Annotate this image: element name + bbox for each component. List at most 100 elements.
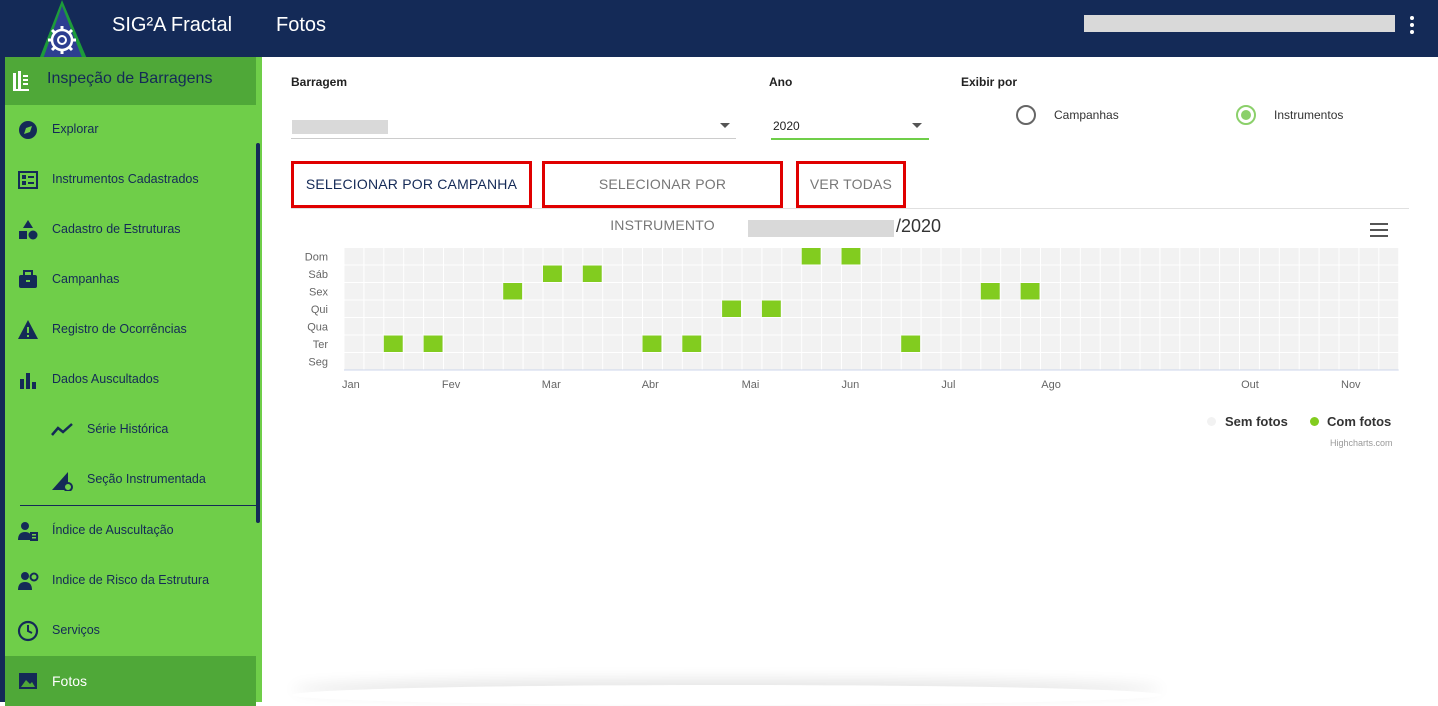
heatmap-cell: [583, 318, 603, 335]
photo-day-point[interactable]: [801, 248, 821, 265]
heatmap-cell: [344, 318, 364, 335]
radio-campanhas[interactable]: [1016, 105, 1036, 125]
heatmap-cell: [1319, 248, 1339, 265]
heatmap-cell: [1339, 300, 1359, 317]
heatmap-cell: [662, 265, 682, 282]
heatmap-cell: [1100, 283, 1120, 300]
ano-dropdown-caret-icon[interactable]: [912, 123, 922, 128]
heatmap-cell: [444, 300, 463, 317]
heatmap-cell: [702, 300, 722, 317]
heatmap-cell: [1001, 335, 1021, 352]
sidebar-item-instrumentos-cadastrados[interactable]: Instrumentos Cadastrados: [5, 155, 256, 205]
photo-day-point[interactable]: [901, 335, 921, 353]
heatmap-cell: [1180, 353, 1200, 370]
heatmap-cell: [1379, 335, 1399, 352]
ano-select[interactable]: 2020: [773, 119, 800, 133]
chart-credits[interactable]: Highcharts.com: [1330, 438, 1393, 448]
sidebar-item-servicos[interactable]: Serviços: [5, 606, 256, 656]
sidebar-item-secao-instrumentada[interactable]: Seção Instrumentada: [5, 455, 256, 505]
heatmap-cell: [1339, 265, 1359, 282]
heatmap-cell: [563, 248, 583, 265]
sidebar-item-campanhas[interactable]: Campanhas: [5, 255, 256, 305]
heatmap-cell: [682, 318, 702, 335]
heatmap-cell: [702, 353, 722, 370]
heatmap-cell: [463, 283, 483, 300]
photo-day-point[interactable]: [761, 300, 781, 318]
ano-select-underline: [771, 138, 929, 140]
tab-ver-todas[interactable]: VER TODAS: [796, 161, 906, 208]
heatmap-cell: [881, 353, 901, 370]
photo-day-point[interactable]: [1020, 283, 1040, 300]
sidebar-scrollbar[interactable]: [256, 143, 260, 523]
sidebar-item-indice-risco[interactable]: Indice de Risco da Estrutura: [5, 556, 256, 606]
sidebar-header[interactable]: Inspeção de Barragens: [5, 57, 256, 105]
sidebar-item-serie-historica[interactable]: Série Histórica: [5, 405, 256, 455]
sidebar-item-registro-ocorrencias[interactable]: Registro de Ocorrências: [5, 305, 256, 355]
photo-day-point[interactable]: [682, 335, 702, 353]
heatmap-cell: [1180, 265, 1200, 282]
sidebar-item-fotos[interactable]: Fotos: [5, 656, 256, 706]
heatmap-cell: [523, 318, 543, 335]
heatmap-cell: [861, 248, 881, 265]
photo-day-point[interactable]: [383, 335, 403, 353]
heatmap-cell: [881, 265, 901, 282]
heatmap-cell: [742, 283, 762, 300]
legend-sem-fotos[interactable]: Sem fotos: [1225, 414, 1288, 429]
barragem-dropdown-caret-icon[interactable]: [720, 123, 730, 128]
barragem-select-redacted[interactable]: [292, 120, 388, 134]
heatmap-cell: [961, 283, 981, 300]
x-tick-label: Out: [1241, 379, 1259, 391]
heatmap-cell: [1140, 318, 1160, 335]
photo-day-point[interactable]: [841, 248, 861, 265]
heatmap-cell: [742, 353, 762, 370]
heatmap-cell: [1259, 265, 1279, 282]
heatmap-cell: [1279, 300, 1299, 317]
legend-com-fotos[interactable]: Com fotos: [1327, 414, 1391, 429]
heatmap-cell: [603, 335, 623, 352]
radio-instrumentos-label[interactable]: Instrumentos: [1274, 108, 1343, 122]
photo-day-point[interactable]: [503, 283, 523, 300]
heatmap-cell: [1160, 300, 1180, 317]
heatmap-cell: [503, 248, 523, 265]
y-tick-label: Sáb: [308, 269, 328, 281]
photo-day-point[interactable]: [423, 335, 443, 353]
heatmap-cell: [921, 248, 941, 265]
heatmap-cell: [682, 353, 702, 370]
tab-selecionar-por-instrumento[interactable]: SELECIONAR POR INSTRUMENTO: [542, 161, 783, 233]
image-icon: [19, 673, 37, 689]
heatmap-cell: [543, 300, 563, 317]
photo-day-point[interactable]: [642, 335, 662, 353]
heatmap-cell: [1359, 353, 1379, 370]
heatmap-cell: [563, 300, 583, 317]
heatmap-cell: [802, 300, 822, 317]
radio-campanhas-label[interactable]: Campanhas: [1054, 108, 1119, 122]
y-tick-label: Seg: [308, 356, 328, 368]
legend-sem-fotos-dot: [1207, 417, 1216, 426]
heatmap-cell: [1259, 353, 1279, 370]
heatmap-cell: [563, 265, 583, 282]
sidebar-item-indice-auscultacao[interactable]: Índice de Auscultação: [5, 506, 256, 556]
photo-day-point[interactable]: [543, 265, 562, 283]
sidebar-item-label: Explorar: [52, 122, 99, 136]
heatmap-cell: [623, 248, 642, 265]
heatmap-cell: [782, 318, 802, 335]
sidebar-item-explorar[interactable]: Explorar: [5, 105, 256, 155]
heatmap-cell: [1279, 353, 1299, 370]
photo-day-point[interactable]: [722, 300, 741, 318]
heatmap-cell: [981, 335, 1001, 352]
photo-day-point[interactable]: [980, 283, 1000, 300]
tab-selecionar-por-campanha[interactable]: SELECIONAR POR CAMPANHA: [291, 161, 532, 208]
heatmap-cell: [1359, 318, 1379, 335]
kebab-menu-icon[interactable]: [1402, 14, 1422, 38]
heatmap-cell: [1359, 248, 1379, 265]
heatmap-cell: [961, 265, 981, 282]
heatmap-cell: [404, 248, 424, 265]
sidebar-item-label: Indice de Risco da Estrutura: [52, 573, 210, 587]
heatmap-cell: [623, 265, 642, 282]
radio-instrumentos[interactable]: [1236, 105, 1256, 125]
sidebar-item-dados-auscultados[interactable]: Dados Auscultados: [5, 355, 256, 405]
heatmap-cell: [842, 283, 861, 300]
sidebar-item-cadastro-estruturas[interactable]: Cadastro de Estruturas: [5, 205, 256, 255]
photo-day-point[interactable]: [582, 265, 602, 283]
heatmap-cell: [444, 353, 463, 370]
